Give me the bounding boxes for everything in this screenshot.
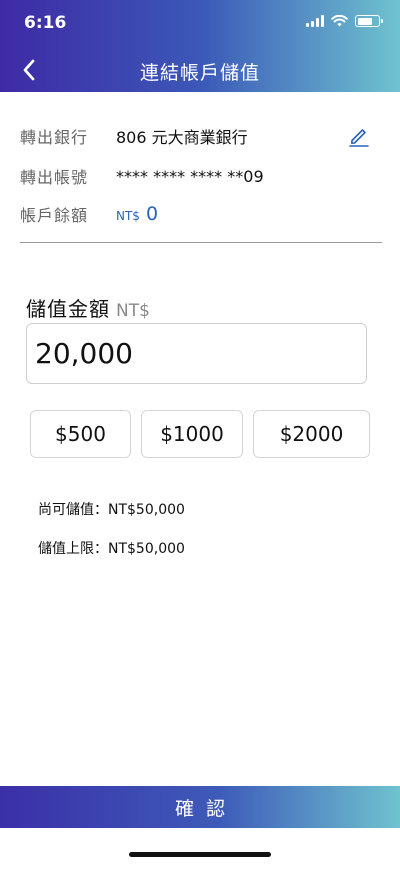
home-indicator [129,852,271,857]
balance-value: 0 [145,203,159,225]
top-bar: 6:16 連結帳戶儲值 [0,0,400,92]
deposit-currency-label: NT$ [116,301,150,321]
bank-value: 806 元大商業銀行 [116,128,248,147]
max-limit-text: 儲值上限：NT$50,000 [38,541,185,557]
deposit-amount-title: 儲值金額 NT$ [26,293,150,322]
status-icons [306,15,383,27]
battery-icon [355,15,383,27]
balance-row: 帳戶餘額 NT$ 0 [20,202,158,226]
preset-500-button[interactable]: $500 [30,410,131,458]
account-label: 轉出帳號 [20,168,89,187]
pencil-icon [349,129,369,147]
wifi-icon [331,15,348,27]
status-time: 6:16 [24,13,67,33]
preset-2000-button[interactable]: $2000 [253,410,370,458]
divider [20,242,382,243]
account-value: **** **** **** **09 [116,166,264,186]
confirm-button[interactable]: 確認 [0,786,400,828]
bank-label: 轉出銀行 [20,128,89,147]
deposit-title-label: 儲值金額 [26,297,110,321]
signal-icon [306,15,324,27]
balance-label: 帳戶餘額 [20,206,89,225]
bank-row: 轉出銀行 806 元大商業銀行 [20,124,248,148]
account-row: 轉出帳號 **** **** **** **09 [20,164,264,188]
remaining-limit-text: 尚可儲值：NT$50,000 [38,502,185,518]
balance-currency: NT$ [116,209,140,223]
preset-1000-button[interactable]: $1000 [141,410,243,458]
amount-input[interactable]: 20,000 [26,323,367,384]
edit-bank-button[interactable] [348,125,370,147]
page-title: 連結帳戶儲值 [139,62,260,84]
